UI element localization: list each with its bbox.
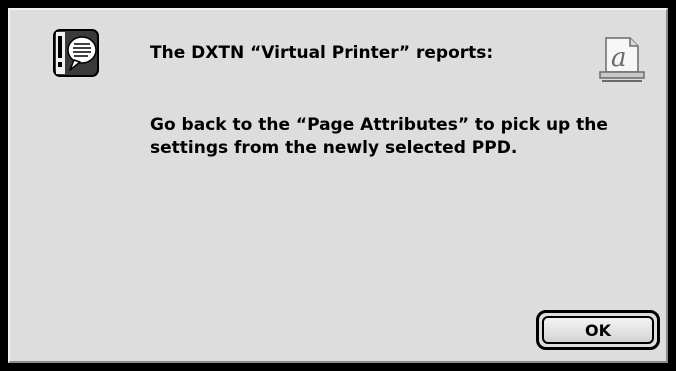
message-line-2: settings from the newly selected PPD. xyxy=(150,138,518,158)
dialog-message: Go back to the “Page Attributes” to pick… xyxy=(150,114,640,160)
alert-note-icon xyxy=(53,29,99,77)
dialog-title: The DXTN “Virtual Printer” reports: xyxy=(150,43,494,63)
ok-button-default-ring: OK xyxy=(536,310,660,350)
message-line-1: Go back to the “Page Attributes” to pick… xyxy=(150,115,608,135)
ok-button[interactable]: OK xyxy=(542,316,654,344)
printer-document-icon: a xyxy=(599,37,645,82)
alert-dialog: a The DXTN “Virtual Printer” reports: Go… xyxy=(0,0,676,371)
svg-text:a: a xyxy=(611,43,627,73)
